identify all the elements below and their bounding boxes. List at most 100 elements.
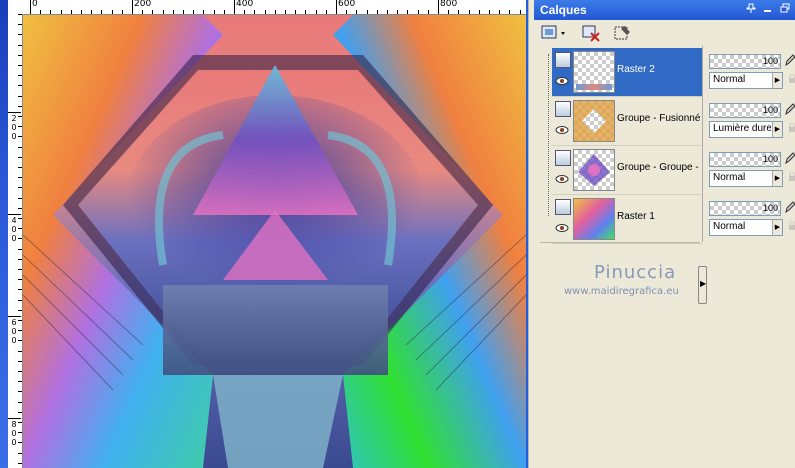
- ruler-tick: [265, 10, 266, 14]
- lock-icon[interactable]: [788, 73, 795, 84]
- visibility-eye-icon[interactable]: [555, 76, 569, 86]
- mask-layer-icon[interactable]: [612, 23, 634, 43]
- pencil-icon[interactable]: [784, 102, 795, 116]
- opacity-slider[interactable]: 100: [709, 54, 781, 69]
- ruler-tick: [18, 371, 22, 372]
- ruler-tick: [316, 10, 317, 14]
- visibility-eye-icon[interactable]: [555, 125, 569, 135]
- restore-icon[interactable]: [779, 3, 791, 16]
- opacity-slider[interactable]: 100: [709, 201, 781, 216]
- layer-properties: 100 Normal ▶ 100 Lumière dure ▶ 100 Normal…: [704, 46, 795, 246]
- ruler-tick: [152, 10, 153, 14]
- ruler-tick: [18, 249, 22, 250]
- artwork: [23, 15, 526, 468]
- ruler-tick: [346, 10, 347, 14]
- ruler-tick: [18, 116, 22, 117]
- ruler-tick: [18, 289, 22, 290]
- ruler-tick: [122, 10, 123, 14]
- ruler-tick: [520, 10, 521, 14]
- layer-row-groupe-groupe[interactable]: Groupe - Groupe -: [552, 146, 702, 195]
- ruler-tick: [387, 10, 388, 14]
- pencil-icon[interactable]: [784, 53, 795, 67]
- layers-palette: Calques Raster 2 Groupe - Fusionné Group…: [534, 0, 795, 468]
- ruler-tick: [18, 269, 22, 270]
- ruler-tick: [18, 34, 22, 35]
- chevron-right-icon[interactable]: ▶: [772, 122, 782, 137]
- blend-mode-select[interactable]: Lumière dure ▶: [709, 121, 783, 138]
- ruler-tick: [18, 106, 22, 107]
- layer-name: Groupe - Groupe -: [617, 162, 699, 173]
- pencil-icon[interactable]: [784, 200, 795, 214]
- palette-scroll-handle[interactable]: ▶: [698, 266, 707, 304]
- ruler-tick: [18, 198, 22, 199]
- chevron-right-icon[interactable]: ▶: [772, 220, 782, 235]
- layer-row-groupe-fusionne[interactable]: Groupe - Fusionné: [552, 97, 702, 146]
- ruler-tick: [18, 14, 22, 15]
- ruler-tick: [71, 10, 72, 14]
- ruler-tick: [132, 10, 133, 14]
- ruler-tick: [18, 55, 22, 56]
- delete-layer-icon[interactable]: [580, 23, 602, 43]
- ruler-tick: [61, 10, 62, 14]
- lock-icon[interactable]: [788, 122, 795, 133]
- ruler-label: 600: [11, 318, 17, 345]
- vertical-ruler[interactable]: 200 400 600 800: [8, 14, 23, 468]
- ruler-tick: [18, 412, 22, 413]
- lock-icon[interactable]: [788, 171, 795, 182]
- lock-icon[interactable]: [788, 220, 795, 231]
- opacity-slider[interactable]: 100: [709, 103, 781, 118]
- horizontal-ruler[interactable]: 0 200 400 600 800: [8, 0, 527, 15]
- ruler-label: 200: [11, 114, 17, 141]
- raster-layer-icon: [555, 101, 571, 117]
- ruler-tick: [18, 320, 22, 321]
- blend-mode-select[interactable]: Normal ▶: [709, 170, 783, 187]
- ruler-tick: [18, 463, 22, 464]
- image-canvas[interactable]: [23, 15, 526, 468]
- ruler-tick: [91, 10, 92, 14]
- ruler-tick: [18, 157, 22, 158]
- ruler-tick: [18, 279, 22, 280]
- layer-name: Raster 1: [617, 211, 655, 222]
- watermark-url: www.maidiregrafica.eu: [564, 286, 679, 297]
- ruler-tick: [18, 351, 22, 352]
- layer-props-2: 100 Normal ▶: [706, 148, 795, 192]
- pencil-icon[interactable]: [784, 151, 795, 165]
- pin-icon[interactable]: [745, 3, 757, 16]
- blend-mode-select[interactable]: Normal ▶: [709, 72, 783, 89]
- ruler-tick: [18, 228, 22, 229]
- ruler-tick: [499, 10, 500, 14]
- opacity-value: 100: [762, 154, 778, 164]
- palette-title: Calques: [540, 3, 587, 17]
- ruler-tick: [142, 10, 143, 14]
- ruler-tick: [18, 259, 22, 260]
- blend-mode-value: Normal: [713, 172, 746, 183]
- chevron-right-icon[interactable]: ▶: [772, 171, 782, 186]
- ruler-tick: [193, 10, 194, 14]
- ruler-tick: [489, 10, 490, 14]
- ruler-tick: [407, 10, 408, 14]
- opacity-value: 100: [762, 203, 778, 213]
- layer-row-raster-2[interactable]: Raster 2: [552, 48, 702, 97]
- layer-row-raster-1[interactable]: Raster 1: [552, 195, 702, 244]
- ruler-tick: [428, 10, 429, 14]
- ruler-tick: [18, 432, 22, 433]
- ruler-tick: [18, 361, 22, 362]
- ruler-tick: [18, 147, 22, 148]
- visibility-eye-icon[interactable]: [555, 223, 569, 233]
- ruler-tick: [18, 45, 22, 46]
- ruler-tick: [18, 442, 22, 443]
- layer-props-1: 100 Lumière dure ▶: [706, 99, 795, 143]
- new-layer-icon[interactable]: [540, 23, 570, 43]
- ruler-tick: [275, 10, 276, 14]
- ruler-tick: [18, 453, 22, 454]
- ruler-tick: [367, 10, 368, 14]
- opacity-slider[interactable]: 100: [709, 152, 781, 167]
- visibility-eye-icon[interactable]: [555, 174, 569, 184]
- minimize-icon[interactable]: [762, 3, 774, 16]
- blend-mode-select[interactable]: Normal ▶: [709, 219, 783, 236]
- blend-mode-value: Normal: [713, 221, 746, 232]
- ruler-tick: [18, 75, 22, 76]
- palette-title-bar[interactable]: Calques: [534, 0, 795, 20]
- chevron-right-icon[interactable]: ▶: [772, 73, 782, 88]
- ruler-tick: [377, 10, 378, 14]
